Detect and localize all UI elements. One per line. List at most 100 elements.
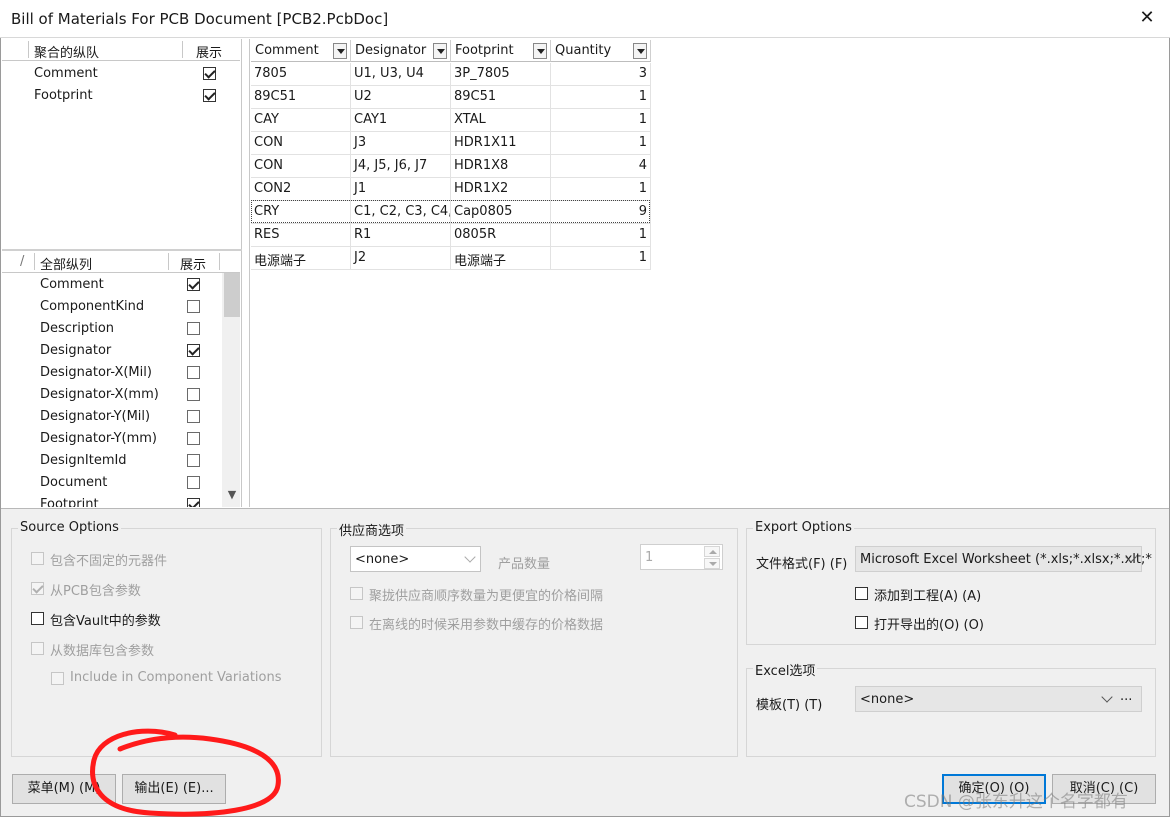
aggregated-column-item[interactable]: Comment	[2, 63, 240, 85]
ok-button[interactable]: 确定(O) (O)	[942, 774, 1046, 804]
show-checkbox[interactable]	[187, 278, 200, 291]
all-column-item[interactable]: ComponentKind	[2, 296, 222, 318]
table-cell[interactable]: 1	[551, 247, 651, 270]
filter-dropdown-icon[interactable]	[533, 43, 547, 59]
title-bar: Bill of Materials For PCB Document [PCB2…	[0, 0, 1170, 38]
table-cell[interactable]: Cap0805	[451, 201, 551, 224]
stepper-down-icon[interactable]	[704, 558, 720, 569]
table-cell[interactable]: 1	[551, 109, 651, 132]
column-header-quantity[interactable]: Quantity	[551, 40, 651, 62]
column-header-comment[interactable]: Comment	[251, 40, 351, 62]
all-column-item[interactable]: Designator-X(mm)	[2, 384, 222, 406]
select-value: <none>	[860, 692, 915, 707]
show-checkbox[interactable]	[187, 300, 200, 313]
show-checkbox[interactable]	[203, 89, 216, 102]
table-cell[interactable]: CON2	[251, 178, 351, 201]
table-cell[interactable]: J2	[351, 247, 451, 270]
show-checkbox[interactable]	[187, 322, 200, 335]
scrollbar-thumb[interactable]	[224, 273, 240, 317]
all-column-item[interactable]: Description	[2, 318, 222, 340]
show-checkbox[interactable]	[187, 410, 200, 423]
all-column-item[interactable]: Document	[2, 472, 222, 494]
all-column-item[interactable]: Designator-X(Mil)	[2, 362, 222, 384]
table-cell[interactable]: RES	[251, 224, 351, 247]
table-cell[interactable]: J4, J5, J6, J7	[351, 155, 451, 178]
table-cell[interactable]: R1	[351, 224, 451, 247]
show-checkbox[interactable]	[187, 454, 200, 467]
table-cell[interactable]: 电源端子	[451, 247, 551, 270]
filter-dropdown-icon[interactable]	[333, 43, 347, 59]
table-cell[interactable]: J3	[351, 132, 451, 155]
table-cell[interactable]: 3P_7805	[451, 63, 551, 86]
table-cell[interactable]: CAY1	[351, 109, 451, 132]
table-cell[interactable]: CON	[251, 155, 351, 178]
scroll-down-icon[interactable]: ▼	[224, 487, 240, 503]
all-column-item[interactable]: Designator-Y(mm)	[2, 428, 222, 450]
select-value: <none>	[355, 552, 410, 567]
menu-button[interactable]: 菜单(M) (M)	[12, 774, 116, 804]
sort-icon[interactable]: /	[20, 254, 24, 269]
table-cell[interactable]: 7805	[251, 63, 351, 86]
table-cell[interactable]: C1, C2, C3, C4,	[351, 201, 451, 224]
include-vault-params-checkbox[interactable]	[31, 612, 44, 625]
all-show-header[interactable]: 展示	[180, 254, 206, 273]
all-column-item[interactable]: Footprint	[2, 494, 222, 507]
all-column-item[interactable]: Designator-Y(Mil)	[2, 406, 222, 428]
table-cell[interactable]: XTAL	[451, 109, 551, 132]
table-cell[interactable]: CON	[251, 132, 351, 155]
all-column-item[interactable]: Comment	[2, 274, 222, 296]
show-checkbox[interactable]	[187, 344, 200, 357]
cell-text: 1	[638, 112, 647, 127]
all-columns-title[interactable]: 全部纵列	[40, 254, 92, 273]
aggregated-column-item[interactable]: Footprint	[2, 85, 240, 107]
filter-dropdown-icon[interactable]	[633, 43, 647, 59]
export-button[interactable]: 输出(E) (E)...	[122, 774, 226, 804]
table-cell[interactable]: U1, U3, U4	[351, 63, 451, 86]
table-cell[interactable]: CRY	[251, 201, 351, 224]
open-exported-checkbox[interactable]	[855, 616, 868, 629]
table-cell[interactable]: 1	[551, 178, 651, 201]
table-cell[interactable]: CAY	[251, 109, 351, 132]
table-cell[interactable]: 4	[551, 155, 651, 178]
table-cell[interactable]: 1	[551, 132, 651, 155]
all-column-item[interactable]: Designator	[2, 340, 222, 362]
show-checkbox[interactable]	[187, 366, 200, 379]
table-cell[interactable]: 1	[551, 86, 651, 109]
template-select[interactable]: <none>	[855, 686, 1142, 712]
aggregated-show-header[interactable]: 展示	[196, 42, 222, 61]
add-to-project-checkbox[interactable]	[855, 587, 868, 600]
more-options-icon[interactable]: ···	[1120, 693, 1132, 708]
product-quantity-stepper[interactable]: 1	[640, 544, 723, 570]
supplier-select[interactable]: <none>	[350, 546, 481, 572]
table-cell[interactable]: 89C51	[251, 86, 351, 109]
table-cell[interactable]: 89C51	[451, 86, 551, 109]
table-cell[interactable]: HDR1X8	[451, 155, 551, 178]
show-checkbox[interactable]	[187, 432, 200, 445]
table-cell[interactable]: 1	[551, 224, 651, 247]
cancel-button[interactable]: 取消(C) (C)	[1052, 774, 1156, 804]
table-cell[interactable]: 9	[551, 201, 651, 224]
file-format-select[interactable]: Microsoft Excel Worksheet (*.xls;*.xlsx;…	[855, 546, 1152, 572]
close-icon[interactable]: ✕	[1138, 8, 1156, 28]
all-column-item[interactable]: DesignItemId	[2, 450, 222, 472]
column-header-designator[interactable]: Designator	[351, 40, 451, 62]
table-cell[interactable]: HDR1X11	[451, 132, 551, 155]
table-cell[interactable]: 电源端子	[251, 247, 351, 270]
column-header-footprint[interactable]: Footprint	[451, 40, 551, 62]
show-checkbox[interactable]	[203, 67, 216, 80]
cell-text: C1, C2, C3, C4,	[354, 204, 451, 219]
header-separator	[219, 253, 220, 270]
show-checkbox[interactable]	[187, 476, 200, 489]
filter-dropdown-icon[interactable]	[433, 43, 447, 59]
cell-text: Cap0805	[454, 204, 513, 219]
show-checkbox[interactable]	[187, 498, 200, 507]
table-cell[interactable]: J1	[351, 178, 451, 201]
table-cell[interactable]: 3	[551, 63, 651, 86]
aggregated-columns-title[interactable]: 聚合的纵队	[34, 42, 99, 61]
show-checkbox[interactable]	[187, 388, 200, 401]
table-cell[interactable]: HDR1X2	[451, 178, 551, 201]
stepper-up-icon[interactable]	[704, 546, 720, 557]
table-cell[interactable]: 0805R	[451, 224, 551, 247]
table-cell[interactable]: U2	[351, 86, 451, 109]
stepper-value: 1	[645, 550, 654, 565]
